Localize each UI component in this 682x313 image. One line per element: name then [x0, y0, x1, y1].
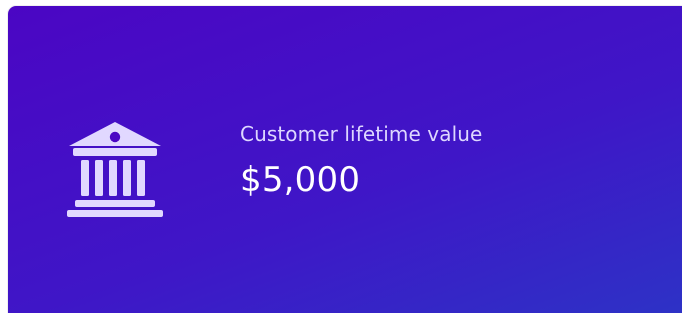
metric-value: $5,000: [240, 160, 361, 200]
metric-label: Customer lifetime value: [240, 122, 483, 146]
metric-card: Customer lifetime value $5,000: [8, 6, 682, 313]
metric-text: Customer lifetime value $5,000: [240, 120, 660, 202]
bank-icon: [60, 112, 170, 224]
page: Customer lifetime value $5,000: [0, 0, 682, 313]
